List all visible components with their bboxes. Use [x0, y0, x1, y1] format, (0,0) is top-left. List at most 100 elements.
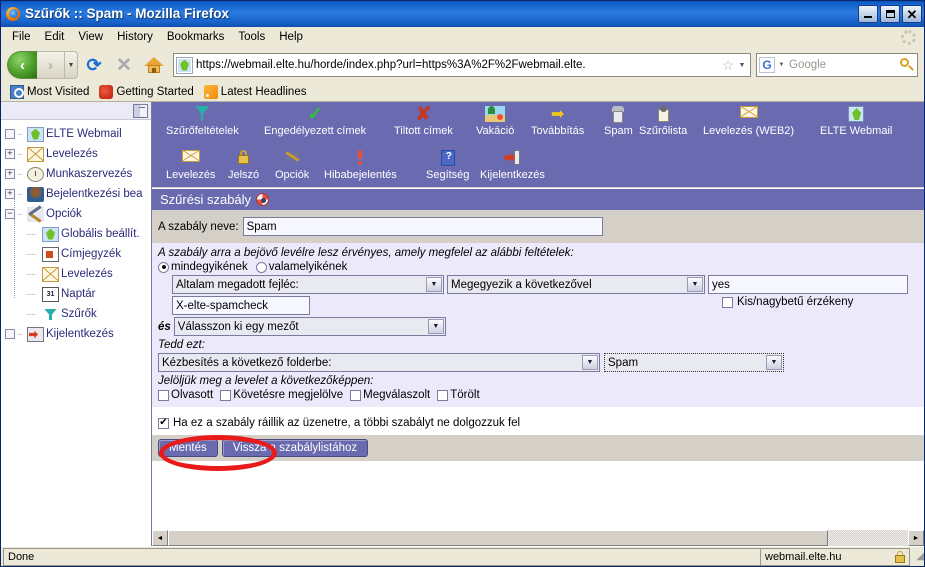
toolbar-tiltott-cimek[interactable]: ✘ Tiltott címek	[394, 105, 453, 137]
back-button[interactable]: ‹	[7, 51, 37, 79]
sidebar-item-szurok[interactable]: ···· Szűrők	[5, 304, 151, 324]
toolbar-tovabbitas[interactable]: ➡ Továbbítás	[531, 106, 584, 137]
tree-connector: ··	[17, 208, 23, 220]
condition-field-select-2[interactable]: Válasszon ki egy mezőt ▼	[173, 317, 446, 336]
search-bar[interactable]: G ▼ Google	[756, 53, 918, 77]
folder-select[interactable]: Spam ▼	[604, 353, 784, 372]
horizontal-scrollbar[interactable]: ◄ ►	[152, 529, 924, 546]
minimize-button[interactable]	[858, 5, 878, 23]
sidebar-item-opciok[interactable]: − ·· Opciók	[5, 204, 151, 224]
menu-history[interactable]: History	[110, 29, 160, 45]
toolbar-levelezes[interactable]: Levelezés	[166, 150, 216, 181]
menu-edit[interactable]: Edit	[38, 29, 72, 45]
bookmark-star-icon[interactable]: ☆	[720, 58, 736, 72]
flag-torolt-checkbox[interactable]	[437, 389, 449, 401]
chevron-down-icon[interactable]: ▼	[687, 277, 703, 292]
action-select[interactable]: Kézbesítés a következő folderbe: ▼	[158, 353, 600, 372]
title-bar: Szűrők :: Spam - Mozilla Firefox ✕	[1, 1, 924, 27]
toolbar-kijelentkezes[interactable]: Kijelentkezés	[480, 150, 545, 181]
forward-button[interactable]: ›	[37, 51, 65, 79]
sidebar-item-bejelentkezesi[interactable]: + ·· Bejelentkezési bea	[5, 184, 151, 204]
tree-expander[interactable]	[5, 129, 15, 139]
bookmark-most-visited[interactable]: Most Visited	[7, 84, 92, 99]
reload-icon[interactable]: ⟳	[80, 51, 108, 79]
toolbar-label: Szűrőfeltételek	[166, 125, 239, 137]
sidebar-item-naptar[interactable]: ···· 31 Naptár	[5, 284, 151, 304]
google-icon[interactable]: G	[759, 57, 775, 73]
url-bar[interactable]: https://webmail.elte.hu/horde/index.php?…	[173, 53, 751, 77]
toolbar-engedelyezett-cimek[interactable]: ✓ Engedélyezett címek	[264, 105, 366, 137]
flag-kovetesre-checkbox[interactable]	[220, 389, 232, 401]
search-input[interactable]: Google	[786, 59, 897, 71]
tree-expander[interactable]: +	[5, 169, 15, 179]
bookmark-latest-headlines[interactable]: Latest Headlines	[201, 84, 310, 99]
firefox-icon	[5, 6, 21, 22]
chevron-down-icon[interactable]: ▼	[426, 277, 442, 292]
case-sensitive-checkbox[interactable]	[722, 296, 733, 308]
lifebuoy-icon[interactable]	[256, 193, 270, 206]
flag-megvalaszolt-checkbox[interactable]	[350, 389, 362, 401]
menu-bookmarks[interactable]: Bookmarks	[160, 29, 232, 45]
search-icon[interactable]	[897, 57, 915, 73]
sidebar-item-label: Opciók	[46, 208, 82, 220]
scroll-left-arrow-icon[interactable]: ◄	[152, 530, 168, 546]
match-all-label: mindegyikének	[171, 261, 248, 273]
security-status: webmail.elte.hu	[760, 547, 910, 566]
menu-help[interactable]: Help	[272, 29, 310, 45]
history-dropdown-icon[interactable]: ▼	[65, 51, 78, 79]
stop-icon[interactable]: ✕	[110, 51, 138, 79]
scroll-right-arrow-icon[interactable]: ►	[908, 530, 924, 546]
url-text[interactable]: https://webmail.elte.hu/horde/index.php?…	[196, 59, 720, 71]
sidebar-collapse-icon[interactable]	[133, 103, 148, 118]
page-viewport: ·· ELTE Webmail + ·· Levelezés + ·· Munk…	[1, 102, 924, 546]
home-icon[interactable]	[140, 51, 168, 79]
toolbar-levelezes-web2[interactable]: Levelezés (WEB2)	[703, 106, 794, 137]
toolbar-hibabejelentes[interactable]: Hibabejelentés	[324, 150, 397, 181]
bookmark-getting-started[interactable]: Getting Started	[96, 84, 196, 99]
tree-expander[interactable]	[5, 329, 15, 339]
toolbar-elte-webmail[interactable]: ELTE Webmail	[820, 106, 892, 137]
match-all-radio[interactable]	[158, 261, 169, 273]
tree-expander[interactable]: +	[5, 149, 15, 159]
toolbar-szurofeltetelek[interactable]: Szűrőfeltételek	[166, 106, 239, 137]
toolbar-spam[interactable]: Spam	[604, 106, 633, 137]
sidebar-item-globalis-beallitasok[interactable]: ···· Globális beállít.	[5, 224, 151, 244]
condition-field-select[interactable]: Általam megadott fejléc: ▼	[172, 275, 444, 294]
toolbar-opciok[interactable]: Opciók	[275, 150, 309, 181]
rss-icon	[203, 84, 218, 99]
sidebar-item-elte-webmail[interactable]: ·· ELTE Webmail	[5, 124, 151, 144]
chevron-down-icon[interactable]: ▼	[766, 355, 782, 370]
toolbar-jelszo[interactable]: Jelszó	[228, 150, 259, 181]
toolbar-vakacio[interactable]: Vakáció	[476, 106, 514, 137]
sidebar-item-cimjegyzek[interactable]: ···· Címjegyzék	[5, 244, 151, 264]
sidebar-item-munkaszervezes[interactable]: + ·· Munkaszervezés	[5, 164, 151, 184]
save-button[interactable]: Mentés	[158, 439, 218, 457]
scroll-thumb[interactable]	[168, 530, 828, 546]
tree-connector: ····	[26, 288, 36, 300]
chevron-down-icon[interactable]: ▼	[427, 319, 444, 334]
flag-olvasott-checkbox[interactable]	[158, 389, 169, 401]
menu-file[interactable]: File	[5, 29, 38, 45]
stop-processing-checkbox[interactable]: ✔	[158, 417, 169, 429]
match-any-radio[interactable]	[255, 261, 267, 273]
close-button[interactable]: ✕	[902, 5, 922, 23]
sidebar-item-kijelentkezes[interactable]: ·· Kijelentkezés	[5, 324, 151, 344]
chevron-down-icon[interactable]: ▼	[582, 355, 598, 370]
rule-name-input[interactable]	[242, 217, 603, 236]
back-to-list-button[interactable]: Vissza a szabálylistához	[221, 439, 369, 457]
condition-operator-select[interactable]: Megegyezik a következővel ▼	[447, 275, 705, 294]
search-engine-dropdown-icon[interactable]: ▼	[777, 62, 786, 68]
scroll-track[interactable]	[168, 530, 908, 546]
sidebar-item-levelezes[interactable]: + ·· Levelezés	[5, 144, 151, 164]
custom-header-input[interactable]	[172, 296, 310, 315]
menu-tools[interactable]: Tools	[231, 29, 272, 45]
menu-view[interactable]: View	[71, 29, 110, 45]
sidebar-item-levelezes-sub[interactable]: ···· Levelezés	[5, 264, 151, 284]
condition-value-input[interactable]	[708, 275, 908, 294]
maximize-button[interactable]	[880, 5, 900, 23]
tree-connector: ··	[17, 128, 23, 140]
resize-grip[interactable]: ◢	[912, 551, 924, 562]
url-dropdown-icon[interactable]: ▼	[736, 62, 748, 69]
toolbar-segitseg[interactable]: Segítség	[426, 150, 469, 181]
toolbar-szurolista[interactable]: Szűrőlista	[639, 106, 687, 137]
